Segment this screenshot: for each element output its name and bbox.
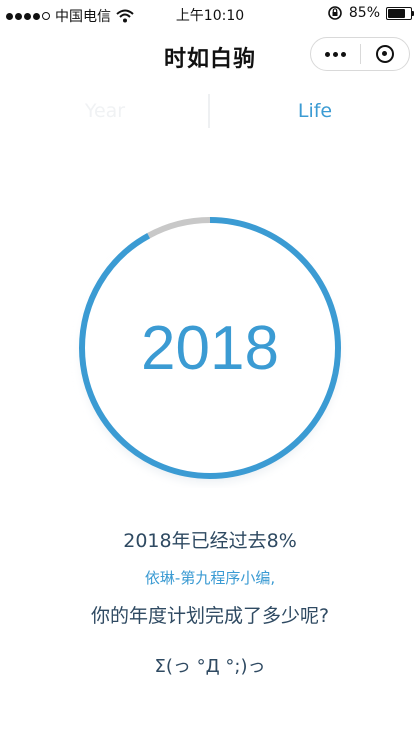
question-text: 你的年度计划完成了多少呢?: [90, 605, 330, 627]
status-right: 85%: [327, 5, 414, 21]
more-dots-icon: [324, 51, 346, 57]
tab-life[interactable]: Life: [210, 100, 420, 122]
battery-fill: [388, 8, 405, 18]
battery-percent: 85%: [348, 5, 380, 21]
rotation-lock-icon: [328, 6, 342, 20]
capsule-menu: [310, 37, 410, 71]
battery-icon: [386, 6, 414, 20]
status-bar: 中国电信 上午10:10 85%: [0, 0, 420, 28]
author-text: 依琳-第九程序小编,: [144, 569, 276, 587]
tab-bar: Year Life: [0, 94, 420, 132]
nav-bar: 时如白驹: [0, 28, 420, 80]
close-button[interactable]: [361, 38, 410, 70]
elapsed-text: 2018年已经过去8%: [123, 530, 297, 552]
target-icon: [375, 45, 394, 63]
tab-year[interactable]: Year: [0, 100, 210, 122]
more-button[interactable]: [311, 38, 360, 70]
kaomoji-text: Σ(っ °Д °;)っ: [154, 656, 266, 677]
year-value: 2018: [141, 313, 279, 383]
year-progress-ring: 2018: [70, 208, 350, 488]
